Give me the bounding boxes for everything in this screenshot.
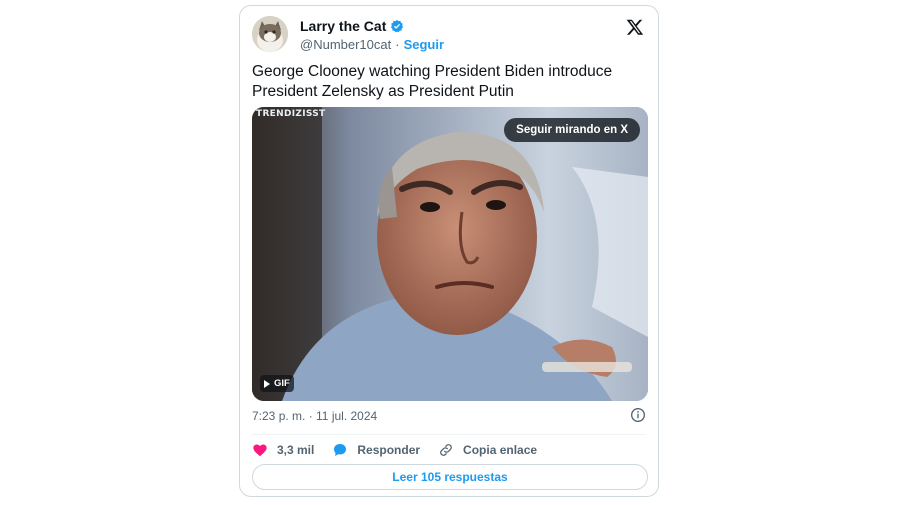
- gif-badge[interactable]: GIF: [260, 375, 294, 392]
- embedded-tweet-card: Larry the Cat @Number10cat · Seguir Geor…: [239, 5, 659, 497]
- verified-badge-icon: [391, 19, 404, 33]
- gif-media[interactable]: TRENDIZISST Seguir mirando en X GIF: [252, 107, 648, 401]
- watch-on-x-button[interactable]: Seguir mirando en X: [504, 118, 640, 142]
- reply-label: Responder: [357, 443, 421, 457]
- reply-bubble-icon: [334, 444, 347, 456]
- avatar[interactable]: [252, 16, 288, 52]
- like-count: 3,3 mil: [277, 443, 315, 457]
- timestamp[interactable]: 7:23 p. m. · 11 jul. 2024: [252, 409, 377, 423]
- gif-label: GIF: [274, 378, 290, 389]
- link-icon: [440, 444, 452, 456]
- copy-link-label: Copia enlace: [463, 443, 538, 457]
- separator: ·: [395, 37, 400, 52]
- gif-still-image: [252, 107, 648, 401]
- copy-link-button[interactable]: Copia enlace: [438, 442, 537, 458]
- handle[interactable]: @Number10cat: [300, 37, 391, 52]
- x-logo-icon[interactable]: [626, 18, 644, 36]
- play-icon: [264, 379, 270, 388]
- like-button[interactable]: 3,3 mil: [252, 442, 314, 458]
- read-replies-button[interactable]: Leer 105 respuestas: [252, 464, 648, 490]
- source-watermark: TRENDIZISST: [256, 109, 326, 119]
- tweet-header: Larry the Cat @Number10cat · Seguir: [252, 16, 646, 56]
- action-bar: 3,3 mil Responder Copia enlace: [252, 439, 555, 461]
- follow-button[interactable]: Seguir: [404, 37, 444, 52]
- heart-icon: [253, 444, 267, 457]
- info-icon[interactable]: [630, 407, 646, 423]
- divider: [252, 434, 646, 435]
- reply-button[interactable]: Responder: [332, 442, 420, 458]
- display-name[interactable]: Larry the Cat: [300, 18, 386, 34]
- tweet-text: George Clooney watching President Biden …: [252, 63, 613, 100]
